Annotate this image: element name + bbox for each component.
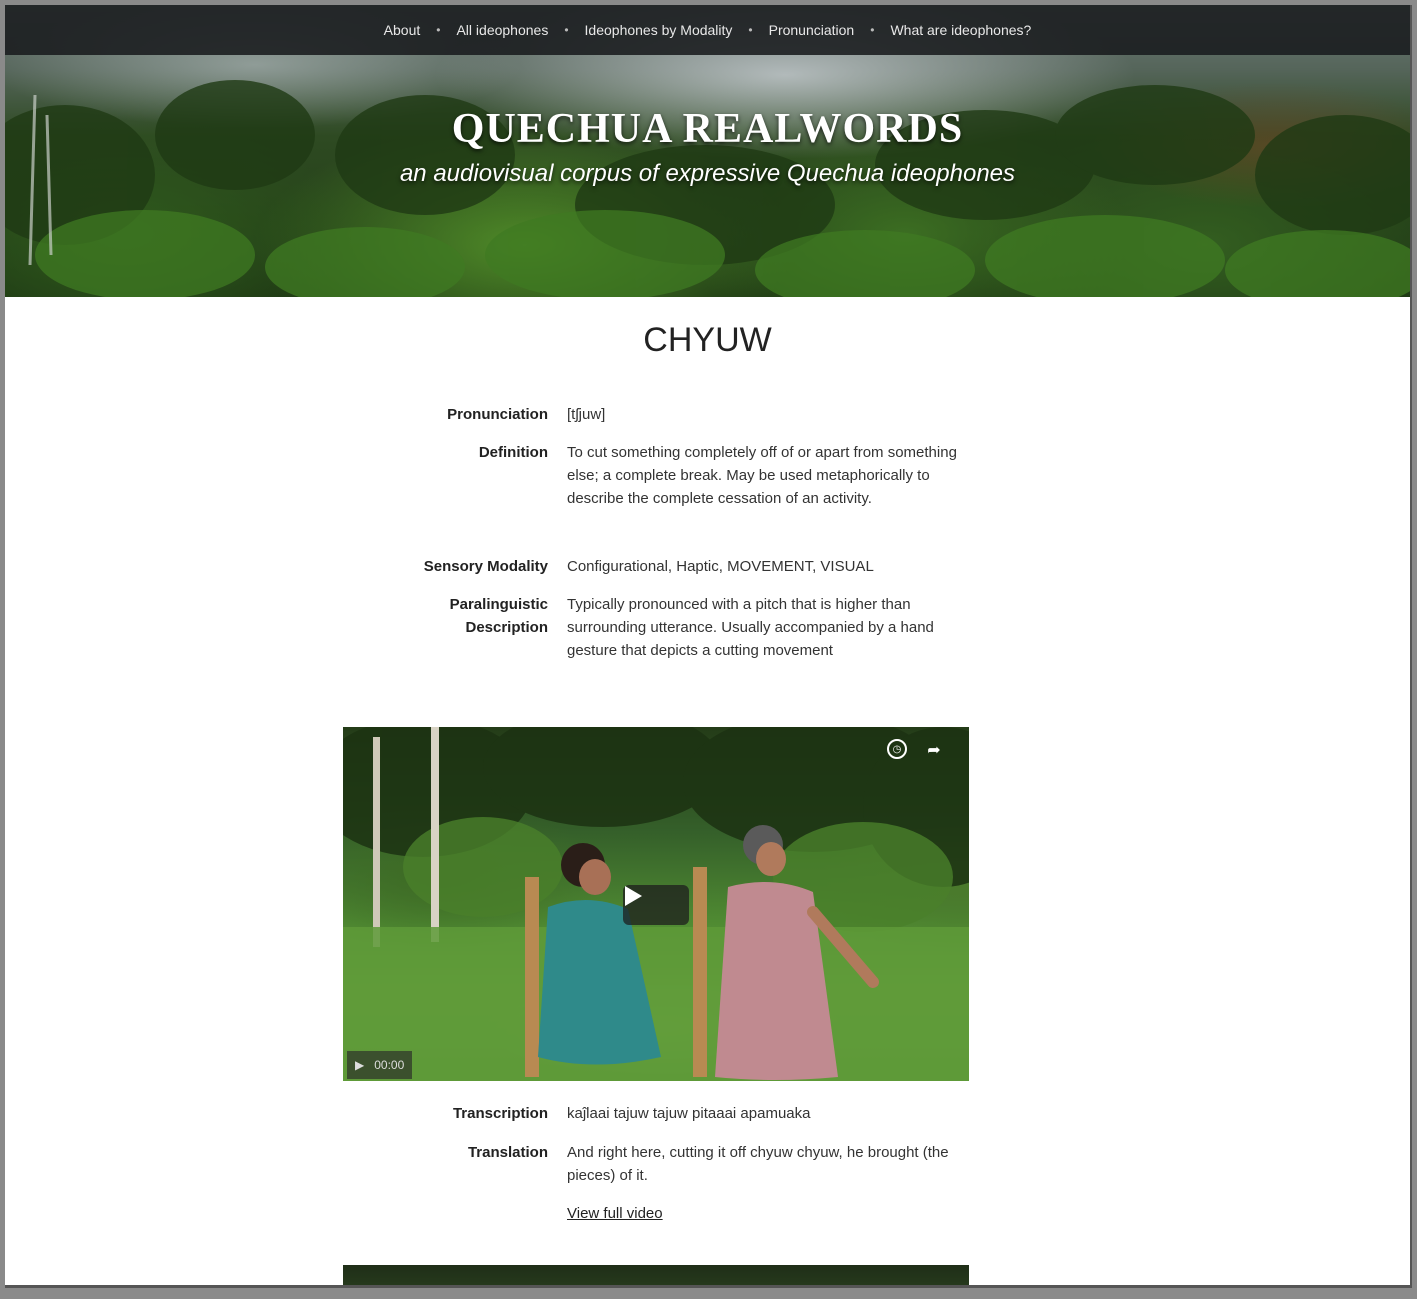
video-controls[interactable]: ▶ 00:00 [347, 1051, 413, 1079]
paralinguistic-label: Paralinguistic Description [328, 593, 548, 639]
top-nav: About • All ideophones • Ideophones by M… [5, 5, 1410, 55]
word-title: CHYUW [643, 321, 772, 359]
paralinguistic-line: surrounding utterance. Usually accompani… [567, 619, 934, 636]
browser-page: About • All ideophones • Ideophones by M… [5, 5, 1412, 1288]
translation-line: pieces) of it. [567, 1167, 648, 1184]
pronunciation-value: [tʃjuw] [567, 406, 606, 423]
nav-separator: • [564, 23, 569, 37]
nav-separator: • [748, 23, 753, 37]
next-video-player[interactable] [343, 1265, 969, 1285]
definition-label: Definition [478, 444, 548, 461]
modality-value: Configurational, Haptic, MOVEMENT, VISUA… [567, 558, 874, 575]
translation-label: Translation [467, 1144, 548, 1161]
video-player[interactable]: ◷ ➦ ▶ 00:00 [343, 727, 969, 1081]
play-button[interactable] [623, 885, 689, 925]
definition-line: describe the complete cessation of an ac… [567, 490, 872, 507]
view-full-video-link[interactable]: View full video [567, 1205, 663, 1222]
definition-value: To cut something completely off of or ap… [567, 441, 1057, 510]
play-icon [625, 886, 642, 906]
nav-about[interactable]: About [384, 22, 421, 38]
small-play-icon[interactable]: ▶ [355, 1058, 364, 1072]
transcription-value: kaĵlaai tajuw tajuw pitaaai apamuaka [567, 1105, 811, 1122]
paralinguistic-value: Typically pronounced with a pitch that i… [567, 593, 1057, 662]
video-timestamp: 00:00 [374, 1058, 405, 1072]
site-title[interactable]: QUECHUA REALWORDS [5, 105, 1410, 153]
paralinguistic-label-line: Description [465, 619, 548, 636]
nav-separator: • [436, 23, 441, 37]
nav-all-ideophones[interactable]: All ideophones [456, 22, 548, 38]
paralinguistic-line: gesture that depicts a cutting movement [567, 642, 833, 659]
share-icon[interactable]: ➦ [923, 739, 945, 761]
definition-line: To cut something completely off of or ap… [567, 444, 957, 461]
translation-value: And right here, cutting it off chyuw chy… [567, 1141, 1057, 1187]
nav-what-are-ideophones[interactable]: What are ideophones? [890, 22, 1031, 38]
paralinguistic-label-line: Paralinguistic [449, 596, 548, 613]
nav-separator: • [870, 23, 875, 37]
paralinguistic-line: Typically pronounced with a pitch that i… [567, 596, 911, 613]
nav-pronunciation[interactable]: Pronunciation [769, 22, 855, 38]
pronunciation-label: Pronunciation [447, 406, 548, 423]
definition-line: else; a complete break. May be used meta… [567, 467, 930, 484]
site-subtitle: an audiovisual corpus of expressive Quec… [399, 160, 1016, 187]
clock-icon[interactable]: ◷ [887, 739, 907, 759]
translation-line: And right here, cutting it off chyuw chy… [567, 1144, 949, 1161]
modality-label: Sensory Modality [423, 558, 548, 575]
nav-ideophones-by-modality[interactable]: Ideophones by Modality [585, 22, 733, 38]
transcription-label: Transcription [452, 1105, 548, 1122]
